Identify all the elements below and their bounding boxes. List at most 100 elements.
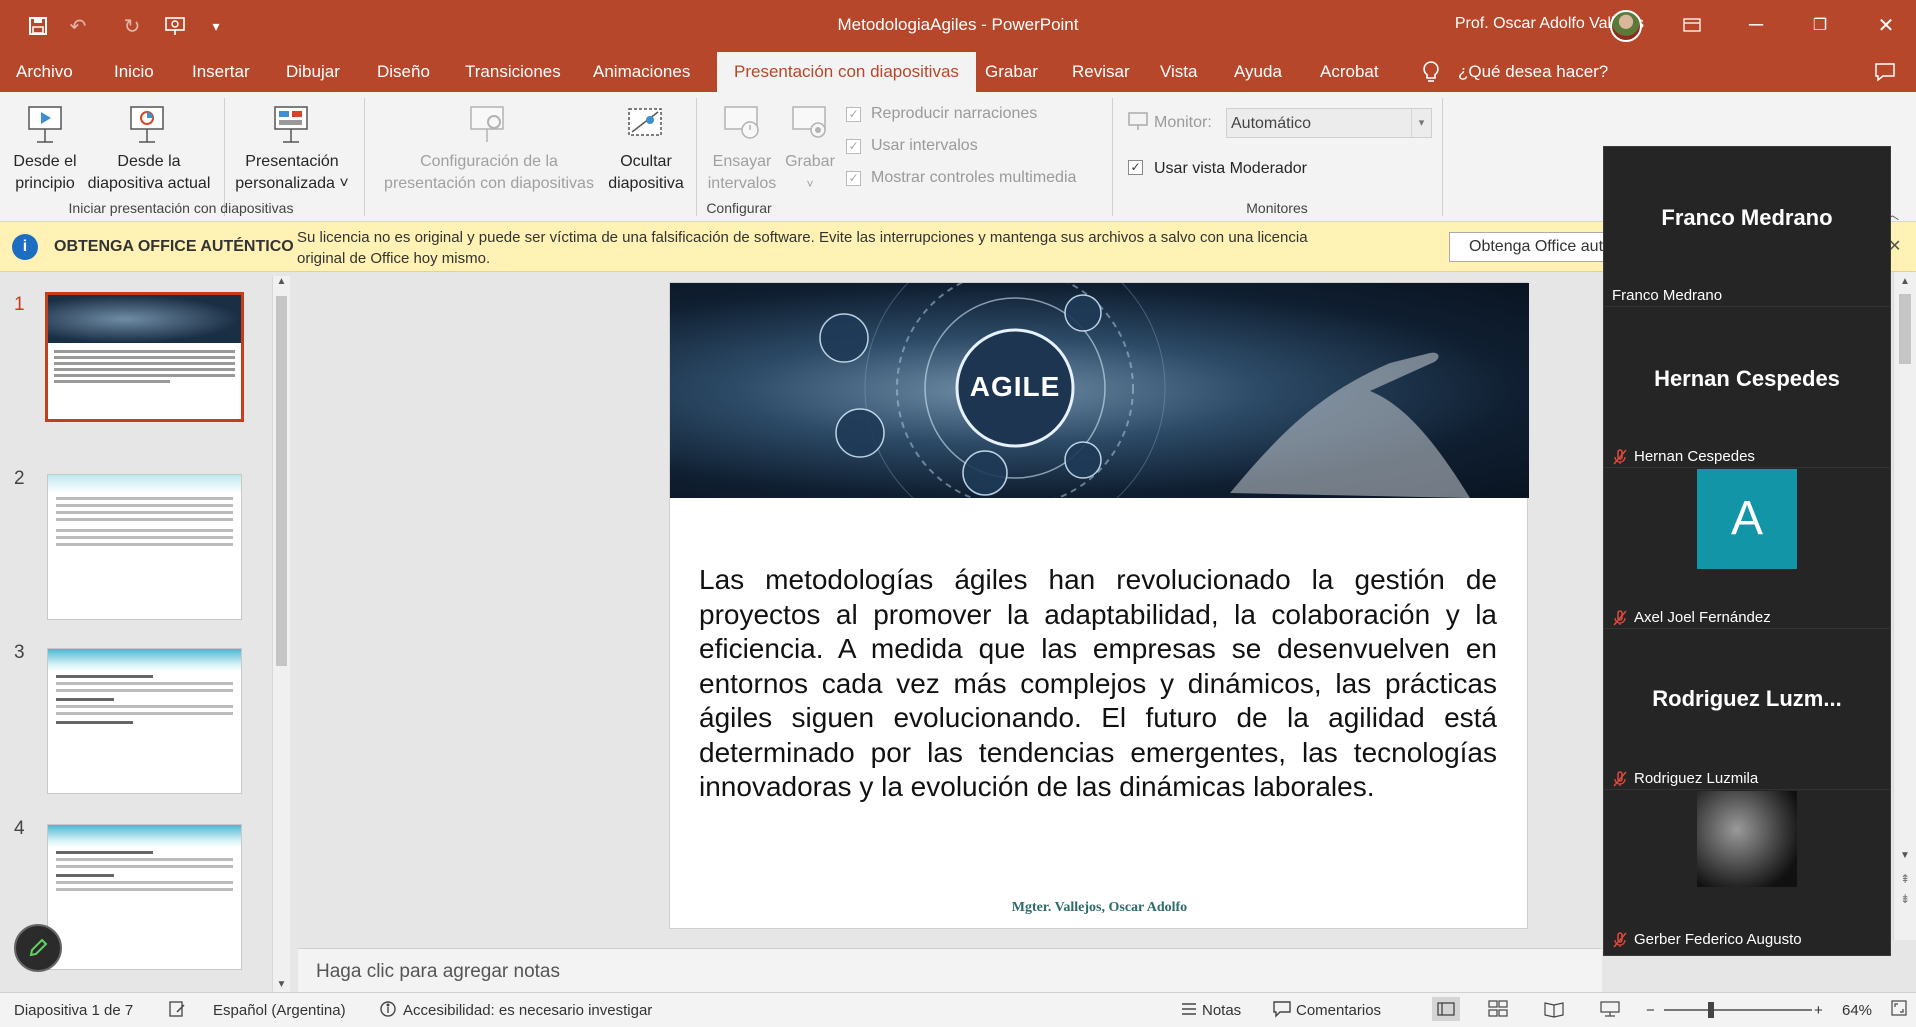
reading-view-icon[interactable] [1544,1000,1564,1022]
tab-acrobat[interactable]: Acrobat [1318,52,1381,92]
normal-view-icon[interactable] [1432,997,1460,1021]
slide-footer[interactable]: Mgter. Vallejos, Oscar Adolfo [670,900,1529,916]
slide-thumbnails-pane: 1 2 3 4 ▲ ▼ [0,272,298,992]
group-label-start: Iniciar presentación con diapositivas [68,200,294,216]
show-media-controls-label: Mostrar controles multimedia [871,169,1077,186]
pen-tool-icon[interactable] [14,924,62,972]
fit-to-window-icon[interactable] [1890,999,1908,1021]
get-office-button[interactable]: Obtenga Office auténtico [1449,232,1609,262]
scrollbar-thumb[interactable] [276,296,287,666]
use-timings-checkbox[interactable]: ✓ [846,139,861,154]
slide-thumbnail-2[interactable] [47,474,242,620]
scrollbar-thumb[interactable] [1899,294,1911,364]
custom-show-button-icon [272,104,312,146]
tab-insertar[interactable]: Insertar [190,52,252,92]
setup-slideshow-button[interactable]: Configuración de la presentación con diap… [376,151,602,195]
from-current-slide-button-icon [128,104,168,146]
notes-placeholder[interactable]: Haga clic para agregar notas [316,961,560,983]
tab-diseno[interactable]: Diseño [375,52,432,92]
zoom-slider[interactable] [1664,1002,1812,1018]
user-avatar[interactable] [1610,10,1642,42]
tab-animaciones[interactable]: Animaciones [591,52,692,92]
hide-slide-button[interactable]: Ocultar diapositiva [602,151,690,195]
zoom-out-icon[interactable]: − [1646,1002,1655,1019]
slide-counter[interactable]: Diapositiva 1 de 7 [14,1002,133,1019]
mic-off-icon [1612,448,1628,465]
minimize-icon[interactable]: ─ [1736,10,1776,40]
tab-revisar[interactable]: Revisar [1070,52,1132,92]
group-label-monitors: Monitores [1246,200,1308,216]
tab-grabar[interactable]: Grabar [983,52,1040,92]
editor-scrollbar[interactable]: ▲ ▼ ⇞ ⇟ [1893,272,1916,940]
use-timings-label: Usar intervalos [871,137,978,154]
tab-presentacion-con-diapositivas[interactable]: Presentación con diapositivas [717,52,976,92]
tab-archivo[interactable]: Archivo [14,52,75,92]
accessibility-icon[interactable] [378,1000,398,1022]
rehearse-timings-button[interactable]: Ensayar intervalos [700,151,784,195]
tab-dibujar[interactable]: Dibujar [284,52,342,92]
slide-sorter-icon[interactable] [1488,1000,1508,1022]
show-media-controls-checkbox[interactable]: ✓ [846,171,861,186]
slideshow-view-icon[interactable] [1600,1000,1620,1022]
participant-tile[interactable]: Gerber Federico Augusto [1604,791,1890,951]
from-beginning-button[interactable]: Desde el principio [8,151,82,195]
tab-inicio[interactable]: Inicio [112,52,156,92]
next-slide-icon[interactable]: ⇟ [1894,892,1916,906]
slide-number: 4 [14,818,25,839]
presenter-view-checkbox[interactable]: ✓ [1128,160,1143,175]
presenter-view-label: Usar vista Moderador [1154,160,1307,177]
participant-tile[interactable]: Rodriguez Luzm... Rodriguez Luzmila [1604,630,1890,790]
participant-avatar: A [1697,469,1797,569]
participant-tile[interactable]: A Axel Joel Fernández [1604,469,1890,629]
participant-label: Gerber Federico Augusto [1612,931,1802,948]
save-icon[interactable] [24,12,52,40]
participant-tile[interactable]: Hernan Cespedes Hernan Cespedes [1604,308,1890,468]
participant-tile[interactable]: Franco Medrano Franco Medrano [1604,147,1890,307]
slide-body-text[interactable]: Las metodologías ágiles han revolucionad… [699,563,1497,805]
powerpoint-window: ↶ ↻ ▾ MetodologiaAgiles - PowerPoint Pro… [0,0,1916,1027]
tab-transiciones[interactable]: Transiciones [463,52,563,92]
spelling-icon[interactable] [168,1000,186,1022]
zoom-level[interactable]: 64% [1842,1002,1872,1019]
record-button[interactable]: Grabar ˅ [782,151,838,195]
ribbon-display-options-icon[interactable] [1672,10,1712,40]
zoom-in-icon[interactable]: + [1814,1002,1823,1019]
accessibility-status[interactable]: Accesibilidad: es necesario investigar [403,1002,652,1019]
monitor-select[interactable]: Automático ▾ [1226,108,1432,138]
customize-qat-icon[interactable]: ▾ [202,12,230,40]
record-icon [790,104,830,146]
thumbnail-scrollbar[interactable]: ▲ ▼ [272,276,290,992]
slide-thumbnail-1[interactable] [45,292,244,422]
slide-thumbnail-4[interactable] [47,824,242,970]
restore-icon[interactable]: ❐ [1800,10,1840,40]
zoom-slider-thumb[interactable] [1708,1002,1714,1018]
slide-thumbnail-3[interactable] [47,648,242,794]
language-indicator[interactable]: Español (Argentina) [213,1002,346,1019]
tell-me-search[interactable]: ¿Qué desea hacer? [1456,52,1610,92]
comments-panel-icon[interactable] [1872,52,1898,92]
previous-slide-icon[interactable]: ⇞ [1894,872,1916,886]
custom-slide-show-button[interactable]: Presentación personalizada ˅ [230,151,354,195]
monitor-icon [1128,112,1150,132]
close-icon[interactable]: ✕ [1866,10,1906,40]
tab-ayuda[interactable]: Ayuda [1232,52,1284,92]
notes-pane[interactable]: Haga clic para agregar notas [298,948,1602,992]
tab-vista[interactable]: Vista [1158,52,1200,92]
notes-icon[interactable] [1180,1000,1198,1022]
participant-display-name: Rodriguez Luzm... [1652,686,1842,711]
redo-icon[interactable]: ↻ [118,12,146,40]
participant-label: Axel Joel Fernández [1612,609,1771,626]
notes-button[interactable]: Notas [1202,1002,1241,1019]
lightbulb-icon[interactable] [1420,52,1442,92]
participant-label: Rodriguez Luzmila [1612,770,1758,787]
current-slide[interactable]: AGILE Las metodologías ágiles han revolu… [669,282,1529,929]
from-current-slide-button[interactable]: Desde la diapositiva actual [84,151,214,195]
comments-button[interactable]: Comentarios [1296,1002,1381,1019]
play-narrations-checkbox[interactable]: ✓ [846,107,861,122]
start-from-beginning-icon[interactable] [162,12,190,40]
comments-icon[interactable] [1272,1000,1292,1022]
participant-display-name: Hernan Cespedes [1654,366,1840,391]
undo-icon[interactable]: ↶ [64,12,92,40]
slide-number: 1 [14,294,25,315]
rehearse-timings-icon [722,104,762,146]
